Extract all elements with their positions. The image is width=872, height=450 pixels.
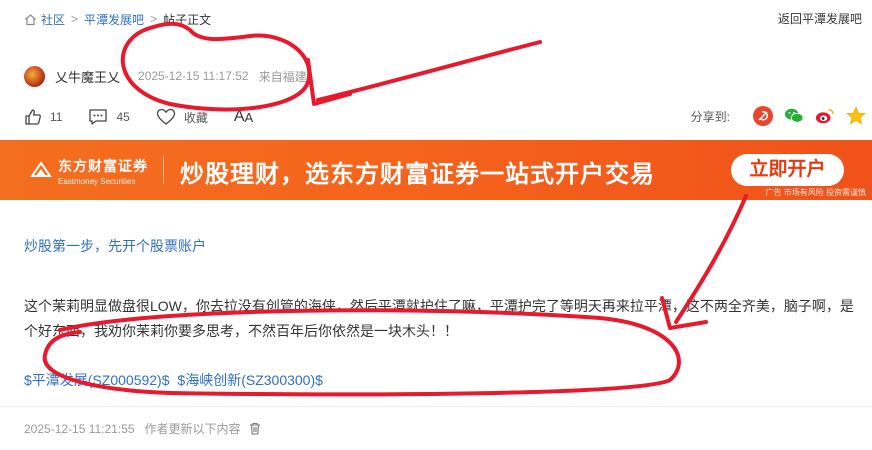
font-size-toggle[interactable]: AA <box>234 108 253 126</box>
breadcrumb-separator: > <box>71 12 79 26</box>
open-account-button[interactable]: 立即开户 <box>731 154 844 186</box>
heart-icon <box>156 108 184 126</box>
ad-slogan: 炒股理财，选东方财富证券一站式开户交易 <box>180 161 655 188</box>
ad-brand-en: Eastmoney Securities <box>58 177 136 186</box>
breadcrumb-current: 帖子正文 <box>163 12 212 27</box>
edit-row: 2025-12-15 11:21:55 作者更新以下内容 <box>24 420 261 437</box>
ad-brand: 东方财富证券 <box>58 158 148 174</box>
comment-icon <box>88 108 116 126</box>
edit-note: 作者更新以下内容 <box>144 422 241 436</box>
font-size-large: A <box>233 108 245 125</box>
home-icon[interactable] <box>24 13 37 26</box>
share-label: 分享到: <box>690 109 730 124</box>
stock-tags: $平潭发展(SZ000592)$ $海峡创新(SZ300300)$ <box>24 370 327 390</box>
author-row: 乂牛魔王乂 2025-12-15 11:17:52 来自福建 <box>24 64 307 88</box>
brand-logo: 东方财富证券 Eastmoney Securities <box>30 156 148 186</box>
stock-tag-haixia[interactable]: $海峡创新(SZ300300)$ <box>177 372 323 388</box>
favorite-button[interactable]: 收藏 <box>156 108 208 126</box>
breadcrumb-community[interactable]: 社区 <box>41 11 65 28</box>
like-button[interactable]: 11 <box>24 108 62 126</box>
post-body: 这个茉莉明显做盘很LOW，你去拉没有创管的海侠，然后平潭就护住了嘛，平潭护完了等… <box>24 298 854 339</box>
comment-count: 45 <box>116 110 130 124</box>
ad-divider <box>163 156 164 184</box>
breadcrumb: 社区 > 平潭发展吧 > 帖子正文 <box>24 10 211 28</box>
weibo-icon[interactable] <box>815 106 835 126</box>
like-count: 11 <box>50 110 63 124</box>
post-title-link[interactable]: 炒股第一步，先开个股票账户 <box>24 236 206 256</box>
content-divider <box>0 406 872 407</box>
favorite-label: 收藏 <box>183 110 208 125</box>
red-arrow-head-top <box>306 58 352 106</box>
post-time: 2025-12-15 11:17:52 <box>138 69 249 83</box>
avatar[interactable] <box>24 65 45 87</box>
action-row: 11 45 收藏 AA <box>24 106 279 128</box>
eastmoney-logo-icon <box>30 161 52 177</box>
qzone-icon[interactable] <box>846 106 866 126</box>
font-size-small: A <box>244 109 254 125</box>
comment-button[interactable]: 45 <box>88 108 130 126</box>
breadcrumb-forum[interactable]: 平潭发展吧 <box>84 11 144 28</box>
edit-time: 2025-12-15 11:21:55 <box>24 421 135 436</box>
trash-icon[interactable] <box>249 422 261 435</box>
red-arrow-line-top <box>316 40 542 102</box>
post-source: 来自福建 <box>258 69 307 84</box>
share-row: 分享到: <box>691 104 866 128</box>
stock-tag-pingtan[interactable]: $平潭发展(SZ000592)$ <box>24 372 170 388</box>
ad-disclaimer: 广告 市场有风险 投资需谨慎 <box>765 188 866 197</box>
ad-banner[interactable]: 东方财富证券 Eastmoney Securities 炒股理财，选东方财富证券… <box>0 140 872 200</box>
breadcrumb-separator: > <box>150 12 158 26</box>
author-name[interactable]: 乂牛魔王乂 <box>55 67 120 86</box>
weibo-tencent-icon[interactable] <box>753 106 773 126</box>
back-to-forum-link[interactable]: 返回平潭发展吧 <box>778 10 862 27</box>
wechat-icon[interactable] <box>784 106 804 126</box>
thumbs-up-icon <box>24 108 50 126</box>
